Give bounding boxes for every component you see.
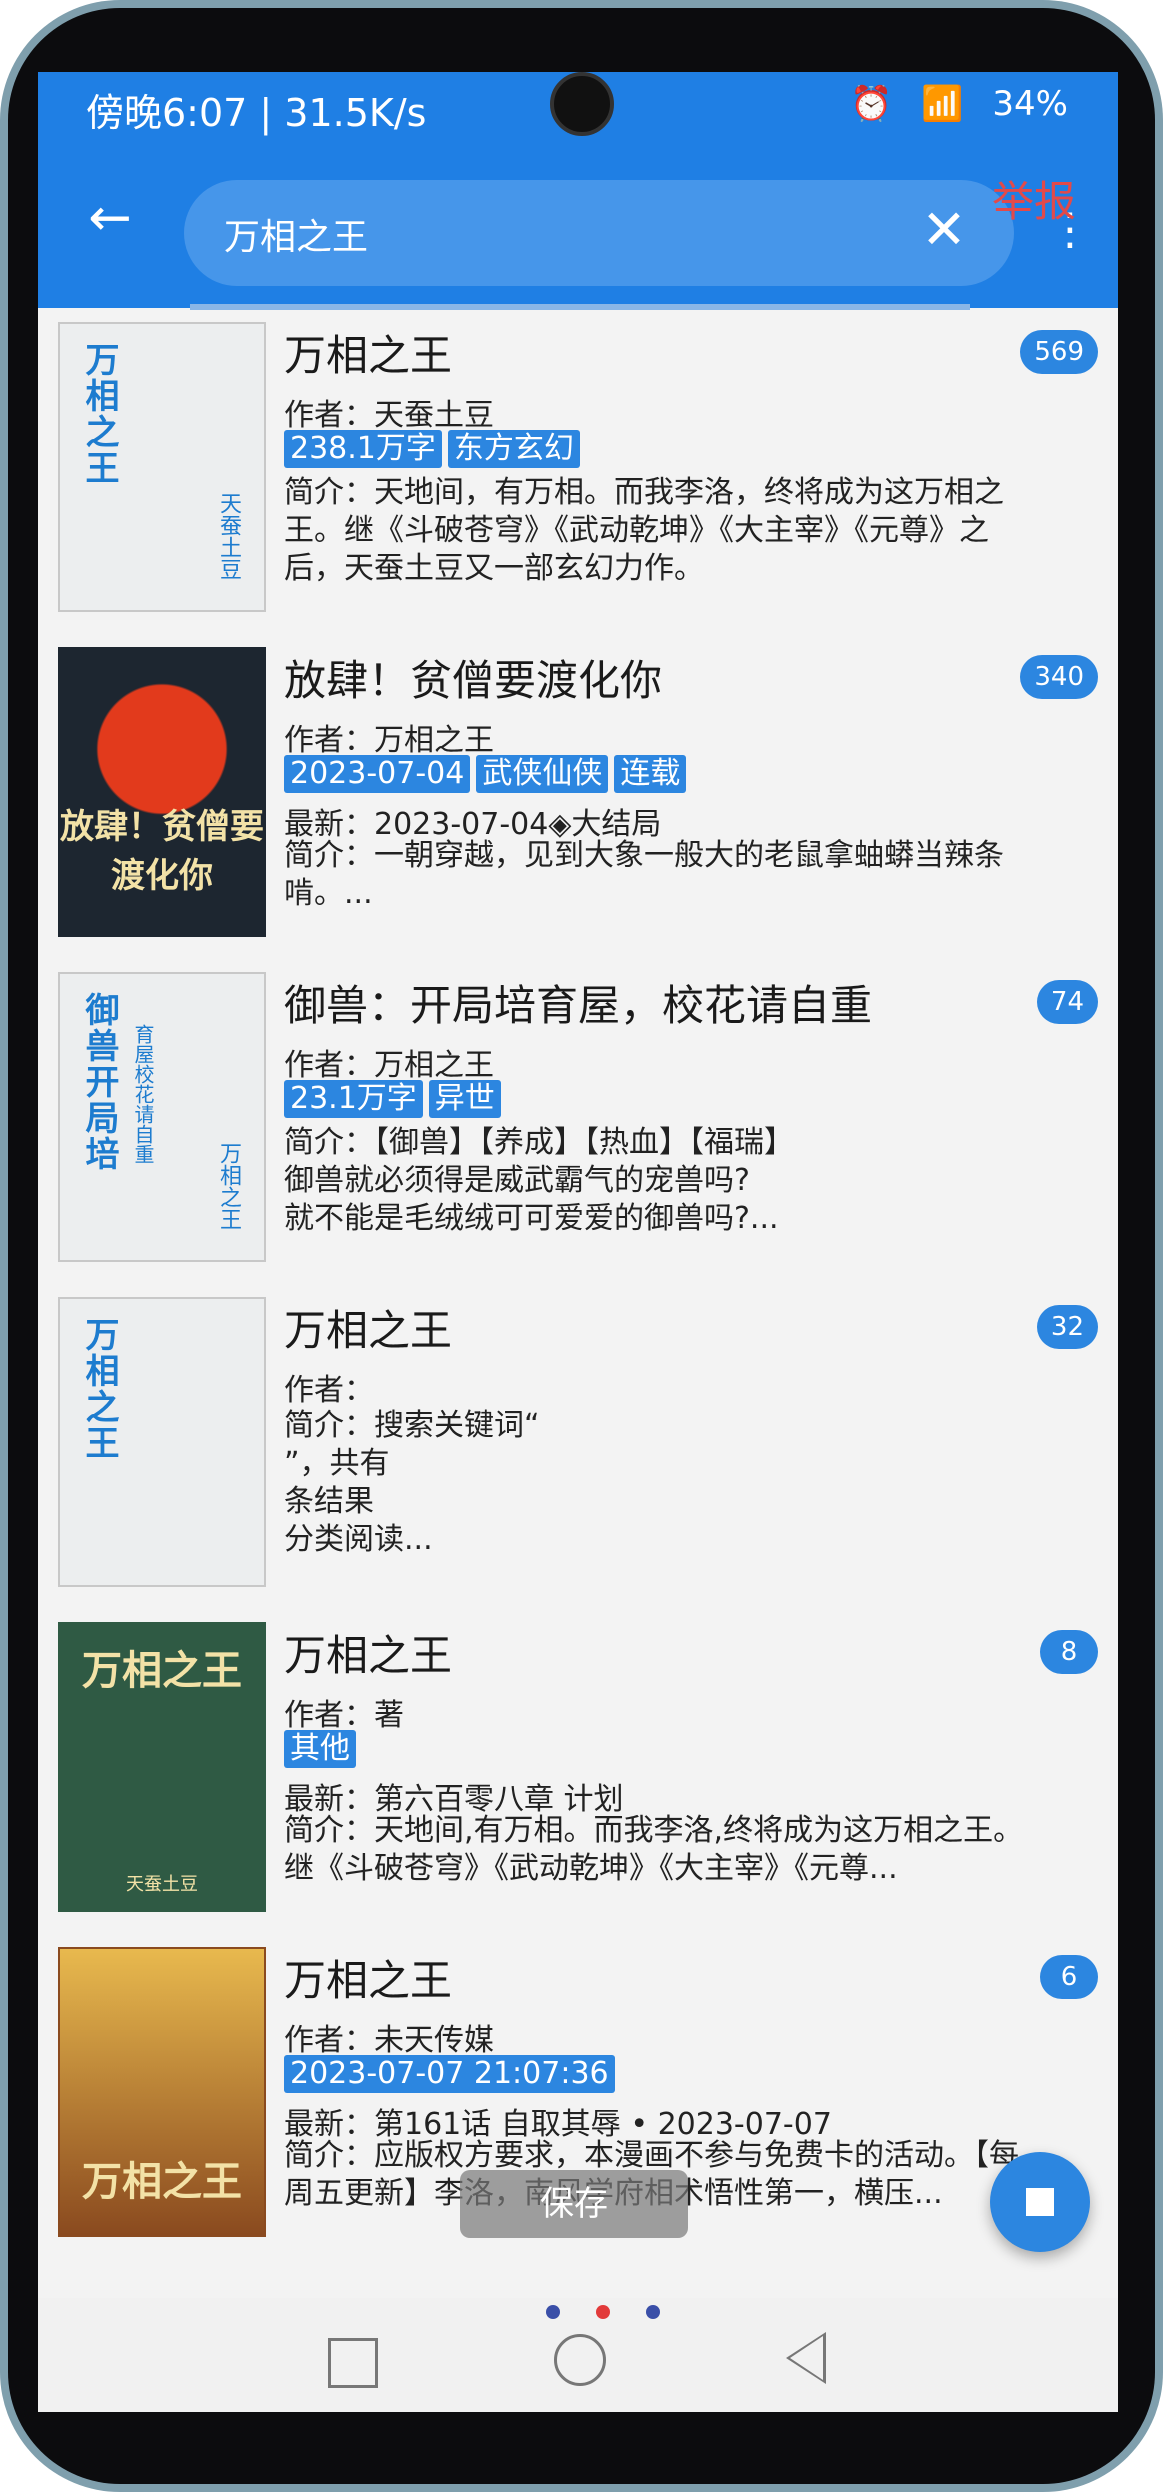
book-cover: 万相之王 天蚕土豆 — [58, 1622, 266, 1912]
cover-author: 天蚕土豆 — [126, 1874, 198, 1895]
book-cover: 万相之王 — [58, 1947, 266, 2237]
result-item[interactable]: 万相之王 万相之王 作者： 简介：搜索关键词“ ”，共有 条结果 分类阅读...… — [38, 1285, 1118, 1610]
close-icon: ✕ — [921, 198, 967, 261]
book-cover: 万相之王 天蚕土豆 — [58, 322, 266, 612]
book-tags: 2023-07-04 武侠仙侠 连载 — [284, 755, 692, 793]
cover-subtitle: 育屋校花请自重 — [131, 1024, 155, 1164]
cover-author: 天蚕土豆 — [216, 492, 241, 580]
stop-fab[interactable] — [990, 2152, 1090, 2252]
app-bar: 傍晚6:07 | 31.5K/s ⏰ 📶 34% ← 万相之王 ✕ ⋮ 举报 — [38, 72, 1118, 310]
book-tags: 23.1万字 异世 — [284, 1080, 507, 1118]
search-input[interactable]: 万相之王 — [224, 208, 368, 260]
page-indicator — [528, 2304, 678, 2323]
arrow-left-icon: ← — [88, 188, 132, 248]
stop-icon — [1026, 2188, 1054, 2216]
result-item[interactable]: 放肆！贫僧要渡化你 放肆！贫僧要渡化你 作者：万相之王 2023-07-04 武侠… — [38, 635, 1118, 960]
book-author: 作者： — [284, 1373, 374, 1408]
recents-icon[interactable] — [328, 2338, 378, 2388]
cover-title: 万相之王 — [79, 342, 119, 486]
book-intro: 简介：搜索关键词“ ”，共有 条结果 分类阅读... — [284, 1408, 540, 1557]
tag-status: 连载 — [614, 755, 687, 793]
tag-word-count: 23.1万字 — [284, 1080, 423, 1118]
source-count-badge: 569 — [1020, 330, 1098, 374]
tag-genre: 其他 — [284, 1730, 356, 1768]
book-cover: 万相之王 — [58, 1297, 266, 1587]
toast-message: 保存 — [460, 2170, 688, 2238]
book-intro: 简介：天地间,有万相。而我李洛,终将成为这万相之王。继《斗破苍穹》《武动乾坤》《… — [284, 1813, 1024, 1886]
book-cover: 放肆！贫僧要渡化你 — [58, 647, 266, 937]
tag-genre: 异世 — [428, 1080, 501, 1118]
book-author: 作者：未天传媒 — [284, 2023, 494, 2058]
back-button[interactable]: ← — [82, 190, 138, 246]
book-intro: 简介：天地间，有万相。而我李洛，终将成为这万相之王。继《斗破苍穹》《武动乾坤》《… — [284, 475, 1004, 586]
source-count-badge: 74 — [1036, 980, 1098, 1024]
tag-genre: 东方玄幻 — [447, 430, 580, 468]
signal-icon: 📶 — [921, 84, 964, 124]
page-dot — [646, 2305, 660, 2319]
source-count-badge: 32 — [1036, 1305, 1098, 1349]
status-icons: ⏰ 📶 34% — [832, 84, 1068, 124]
book-title: 万相之王 — [284, 1956, 453, 2005]
cover-title: 万相之王 — [82, 2158, 242, 2205]
clear-search-button[interactable]: ✕ — [914, 200, 974, 260]
battery-text: 34% — [992, 84, 1068, 124]
tag-date: 2023-07-07 21:07:36 — [284, 2055, 615, 2093]
home-icon[interactable] — [554, 2334, 606, 2386]
screen: 傍晚6:07 | 31.5K/s ⏰ 📶 34% ← 万相之王 ✕ ⋮ 举报 万… — [38, 72, 1118, 2412]
book-author: 作者：万相之王 — [284, 1048, 494, 1083]
search-box[interactable]: 万相之王 ✕ — [184, 180, 1014, 286]
cover-author: 万相之王 — [216, 1142, 241, 1230]
book-author: 作者：万相之王 — [284, 723, 494, 758]
book-author: 作者：天蚕土豆 — [284, 398, 494, 433]
book-tags: 其他 — [284, 1730, 362, 1768]
cover-title: 放肆！贫僧要渡化你 — [60, 807, 264, 896]
report-link[interactable]: 举报 — [992, 168, 1076, 229]
tag-word-count: 238.1万字 — [284, 430, 442, 468]
book-title: 御兽：开局培育屋，校花请自重 — [284, 981, 873, 1030]
book-title: 万相之王 — [284, 331, 453, 380]
page-dot-active — [596, 2305, 610, 2319]
system-nav-bar — [38, 2298, 1118, 2412]
result-item[interactable]: 万相之王 天蚕土豆 万相之王 作者：天蚕土豆 238.1万字 东方玄幻 简介：天地… — [38, 310, 1118, 635]
book-tags: 238.1万字 东方玄幻 — [284, 430, 586, 468]
cover-title: 御兽开局培 — [79, 992, 119, 1172]
book-title: 放肆！贫僧要渡化你 — [284, 656, 663, 705]
source-count-badge: 6 — [1040, 1955, 1098, 1999]
source-count-badge: 8 — [1040, 1630, 1098, 1674]
alarm-icon: ⏰ — [850, 84, 893, 124]
source-count-badge: 340 — [1020, 655, 1098, 699]
book-tags: 2023-07-07 21:07:36 — [284, 2055, 621, 2093]
book-intro: 简介：【御兽】【养成】【热血】【福瑞】 御兽就必须得是威武霸气的宠兽吗? 就不能… — [284, 1125, 794, 1236]
tag-date: 2023-07-04 — [284, 755, 471, 793]
status-time-speed: 傍晚6:07 | 31.5K/s — [86, 91, 427, 135]
cover-title: 万相之王 — [79, 1317, 119, 1461]
book-title: 万相之王 — [284, 1631, 453, 1680]
page-dot — [546, 2305, 560, 2319]
tag-genre: 武侠仙侠 — [476, 755, 609, 793]
book-author: 作者：著 — [284, 1698, 404, 1733]
book-intro: 简介：一朝穿越，见到大象一般大的老鼠拿蚰蟒当辣条啃。... — [284, 838, 1004, 911]
book-cover: 御兽开局培 育屋校花请自重 万相之王 — [58, 972, 266, 1262]
result-item[interactable]: 御兽开局培 育屋校花请自重 万相之王 御兽：开局培育屋，校花请自重 作者：万相之… — [38, 960, 1118, 1285]
result-item[interactable]: 万相之王 天蚕土豆 万相之王 作者：著 其他 最新：第六百零八章 计划 简介：天… — [38, 1610, 1118, 1935]
front-camera — [550, 72, 614, 136]
back-nav-icon-inner — [790, 2336, 823, 2380]
cover-title: 万相之王 — [82, 1647, 242, 1694]
book-title: 万相之王 — [284, 1306, 453, 1355]
